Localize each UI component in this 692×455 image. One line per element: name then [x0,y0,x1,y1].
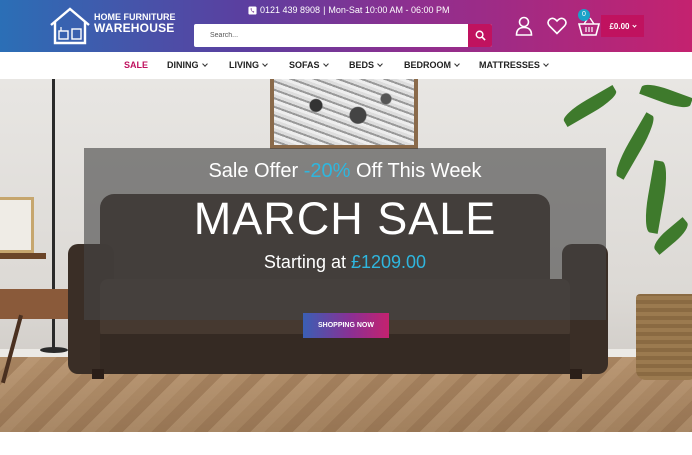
cart-total[interactable]: £0.00 [601,15,644,37]
starting-price: Starting at £1209.00 [84,252,606,273]
house-logo-icon [50,7,90,45]
sale-title: MARCH SALE [193,193,497,244]
nav-item-label: LIVING [229,60,260,70]
plant-leaf [560,84,620,128]
brand-name: HOME FURNITURE WAREHOUSE [94,12,176,34]
plant-pot [636,294,692,380]
nav-item-sale[interactable]: SALE [124,60,148,70]
nav-item-label: SOFAS [289,60,320,70]
sofa-leg [570,369,582,379]
contact-info: 0121 439 8908 | Mon-Sat 10:00 AM - 06:00… [248,5,449,15]
nav-item-label: BEDS [349,60,375,70]
user-icon [515,16,533,36]
chevron-down-icon [543,60,549,67]
nav-item-label: SALE [124,60,149,70]
phone-icon [248,5,257,15]
plant-leaf [611,112,659,180]
opening-hours: Mon-Sat 10:00 AM - 06:00 PM [328,5,450,15]
chevron-down-icon [454,60,460,67]
phone-number[interactable]: 0121 439 8908 [260,5,320,15]
plant-leaf [639,80,692,112]
cart-total-value: £0.00 [609,21,630,31]
offer-prefix: Sale Offer [208,160,299,182]
offer-headline: Sale Offer -20% Off This Week [84,160,606,183]
nav-item-dining[interactable]: DINING [167,60,208,70]
account-button[interactable] [515,16,533,36]
search-input[interactable] [202,24,467,47]
contact-separator: | [323,5,326,15]
nav-item-living[interactable]: LIVING [229,60,268,70]
site-header: HOME FURNITURE WAREHOUSE 0121 439 8908 |… [0,0,692,52]
cart-button[interactable]: 0 £0.00 [578,9,644,37]
chevron-down-icon [201,60,208,67]
shop-now-button[interactable]: SHOPPING NOW [303,313,389,338]
cart-count-badge: 0 [578,9,590,21]
wall-art-image [270,79,418,149]
side-table [0,253,46,259]
chevron-down-icon [631,22,637,28]
floor-lamp-base [40,347,68,353]
sofa-leg [92,369,104,379]
price-amount: £1209.00 [350,252,427,272]
nav-item-label: MATTRESSES [479,60,540,70]
nav-item-sofas[interactable]: SOFAS [289,60,329,70]
main-nav: SALE DINING LIVING SOFAS BEDS BEDROOM MA… [0,52,692,79]
nav-item-label: DINING [167,60,199,70]
wishlist-button[interactable] [547,17,567,35]
offer-percentage: -20% [303,160,351,182]
chevron-down-icon [322,60,329,67]
heart-icon [547,17,567,35]
wall-art-canvas [274,79,414,145]
nav-item-label: BEDROOM [404,60,451,70]
price-prefix: Starting at [263,252,346,272]
nav-item-beds[interactable]: BEDS [349,60,383,70]
plant-leaf [641,160,671,234]
nav-item-mattresses[interactable]: MATTRESSES [479,60,549,70]
chevron-down-icon [377,60,383,67]
sofa-base [100,334,570,374]
search-bar [194,24,492,47]
nav-item-bedroom[interactable]: BEDROOM [404,60,460,70]
offer-suffix: Off This Week [355,160,482,182]
brand-line-2: WAREHOUSE [94,21,175,35]
search-icon [475,30,486,41]
hero-banner: Sale Offer -20% Off This Week MARCH SALE… [0,79,692,432]
side-frame-image [0,197,34,253]
search-button[interactable] [468,24,492,47]
chevron-down-icon [262,60,268,67]
